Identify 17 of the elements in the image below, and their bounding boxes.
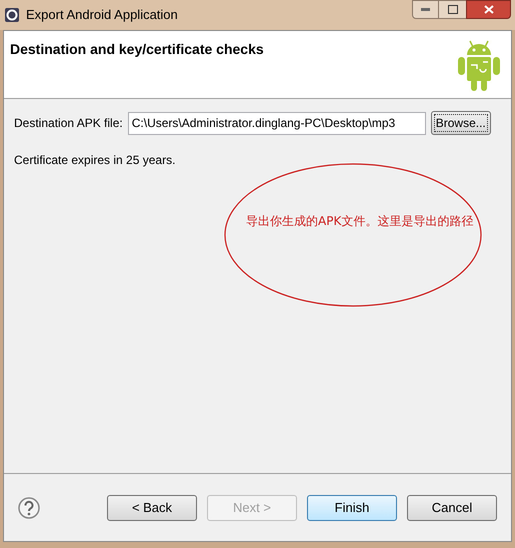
minimize-icon <box>421 8 430 11</box>
window-title: Export Android Application <box>26 6 178 24</box>
browse-button[interactable]: Browse... <box>430 111 491 135</box>
dialog-button[interactable]: < Back <box>107 494 197 520</box>
page-title: Destination and key/certificate checks <box>10 40 264 59</box>
dialog-button[interactable]: Cancel <box>407 494 497 520</box>
maximize-button[interactable] <box>439 0 466 19</box>
destination-field[interactable]: C:\Users\Administrator.dinglang-PC\Desktop\mp3 <box>128 112 426 134</box>
minimize-button[interactable] <box>412 0 439 19</box>
destination-label: Destination APK file: <box>14 115 123 132</box>
certificate-message: Certificate expires in 25 years. <box>13 152 176 169</box>
close-icon <box>484 5 494 14</box>
dialog-button[interactable]: Finish <box>307 494 397 520</box>
close-button[interactable] <box>466 0 511 19</box>
annotation-text: 导出你生成的APK文件。这里是导出的路径 <box>246 213 474 230</box>
maximize-icon <box>448 5 458 14</box>
help-icon[interactable] <box>18 496 40 518</box>
